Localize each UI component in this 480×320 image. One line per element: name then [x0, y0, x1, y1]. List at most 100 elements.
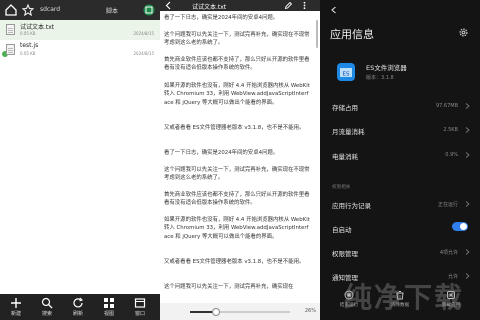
- row-label: 电量消耗: [332, 153, 358, 161]
- file-date: 2024/8/15: [133, 31, 154, 36]
- progress-track[interactable]: [190, 308, 290, 316]
- window-button-label: 窗口: [134, 311, 145, 317]
- row-label: 应用行为记录: [332, 202, 371, 210]
- clear-data-label: 清除数据: [390, 303, 410, 308]
- file-browser-toolbar: sdcard 脚本: [0, 0, 160, 20]
- search-icon: [41, 297, 53, 309]
- chevron-right-icon: [465, 127, 470, 133]
- refresh-button-label: 刷新: [72, 311, 83, 317]
- text-file-icon: [6, 24, 15, 35]
- refresh-icon: [73, 297, 83, 308]
- new-button[interactable]: 新建: [2, 294, 30, 320]
- more-icon[interactable]: [300, 1, 309, 10]
- view-button-label: 视图: [103, 311, 114, 317]
- row-value: 0.9%: [445, 152, 458, 158]
- row-value: 2.5KB: [443, 127, 458, 133]
- data-usage-row[interactable]: 月流量消耗 2.5KB: [320, 120, 480, 140]
- uninstall-icon: [447, 291, 455, 299]
- app-behavior-row[interactable]: 应用行为记录 正在运行: [320, 194, 480, 214]
- script-file-icon: [6, 44, 15, 55]
- text-paragraph: 这个问题我可以先关注一下，测试完再补充，确实现在不现常考虑到这么老的系统了。: [164, 32, 310, 47]
- row-label: 存储占用: [332, 104, 358, 112]
- chevron-right-icon: [465, 201, 470, 207]
- svg-text:ES: ES: [343, 72, 350, 78]
- chevron-right-icon: [465, 273, 470, 279]
- es-app-icon: ES: [337, 63, 355, 81]
- back-icon[interactable]: [164, 1, 173, 10]
- view-button[interactable]: 视图: [95, 294, 123, 320]
- progress-percent: 26%: [304, 308, 316, 314]
- section-label: 权限相关: [332, 185, 351, 190]
- new-button-label: 新建: [10, 311, 21, 317]
- row-value: 97.67MB: [435, 103, 458, 109]
- file-size: 0.05 KB: [20, 51, 36, 56]
- text-paragraph: 如果开源的软件也没有，刚好 4.4 开始浏览器内核从 WebKit 转入 Chr…: [164, 83, 310, 106]
- row-value: 正在运行: [437, 202, 458, 208]
- autostart-toggle[interactable]: [452, 222, 468, 231]
- chevron-right-icon: [465, 152, 470, 158]
- text-paragraph: 这个问题我可以先关注一下，测试完再补充，确实现在: [164, 284, 294, 290]
- row-label: 月流量消耗: [332, 128, 365, 136]
- app-info-panel: 应用信息 ES ES文件浏览器 版本：3.1.8 存储占用 97.67MB 月流…: [320, 0, 480, 320]
- uninstall-label: 卸载应用: [441, 303, 461, 308]
- file-date: 2024/8/15: [133, 51, 154, 56]
- text-paragraph: 又或者看看 ES文件管理器老版本 v3.1.8，也不是不能用。: [164, 259, 305, 265]
- permission-row[interactable]: 权限管理 4项允许: [320, 242, 480, 262]
- reading-progress-bar: 26%: [160, 303, 320, 320]
- notification-row[interactable]: 通知管理 允许: [320, 266, 480, 286]
- file-browser-panel: sdcard 脚本 试试文本.txt 0.05 KB 2024/8/15 tes…: [0, 0, 160, 320]
- search-button[interactable]: 搜索: [33, 294, 61, 320]
- stop-icon: [344, 290, 354, 300]
- gear-icon[interactable]: [458, 27, 469, 38]
- file-browser-bottom-bar: 新建 搜索 刷新 视图 窗口: [0, 294, 160, 320]
- app-version: 版本：3.1.8: [366, 75, 394, 81]
- file-name: test.js: [20, 42, 39, 49]
- autostart-row: 自启动: [320, 218, 480, 238]
- battery-usage-row[interactable]: 电量消耗 0.9%: [320, 145, 480, 165]
- back-icon[interactable]: [330, 6, 338, 14]
- plus-icon: [11, 298, 21, 308]
- view-icon: [104, 298, 114, 308]
- home-icon[interactable]: [4, 3, 18, 17]
- row-label: 通知管理: [332, 274, 358, 282]
- breadcrumb-current[interactable]: 脚本: [106, 6, 118, 15]
- uninstall-button[interactable]: 卸载应用: [436, 290, 466, 308]
- file-name: 试试文本.txt: [20, 24, 55, 31]
- force-stop-button[interactable]: 结束运行: [334, 290, 364, 308]
- page-title: 应用信息: [330, 28, 374, 41]
- text-paragraph: 看了一下日志，确实是2024年间的安卓4问题。: [164, 150, 279, 156]
- text-paragraph: 看了一下日志，确实是2024年间的安卓4问题。: [164, 15, 279, 21]
- text-reader-panel: 试试文本.txt 看了一下日志，确实是2024年间的安卓4问题。 这个问题我可以…: [160, 0, 320, 320]
- file-item[interactable]: 试试文本.txt 0.05 KB 2024/8/15: [0, 20, 160, 40]
- scrollbar[interactable]: [316, 20, 318, 48]
- window-icon: [134, 298, 146, 308]
- chevron-right-icon: [465, 249, 470, 255]
- text-paragraph: 如果开源的软件也没有，刚好 4.4 开始浏览器内核从 WebKit 转入 Chr…: [164, 217, 310, 240]
- storage-row[interactable]: 存储占用 97.67MB: [320, 96, 480, 116]
- text-paragraph: 首先商业软件应该也都不支持了，那么只好从开源的软件里看看有没有适合低版本操作系统…: [164, 192, 310, 207]
- text-paragraph: 这个问题我可以先关注一下，测试完再补充，确实现在不现常考虑到这么老的系统了。: [164, 167, 310, 182]
- app-name: ES文件浏览器: [366, 64, 407, 72]
- clear-data-button[interactable]: 清除数据: [385, 290, 415, 308]
- reader-toolbar: 试试文本.txt: [160, 0, 320, 11]
- refresh-button[interactable]: 刷新: [64, 294, 92, 320]
- text-paragraph: 首先商业软件应该也都不支持了，那么只好从开源的软件里看看有没有适合低版本操作系统…: [164, 57, 310, 72]
- breadcrumb-root[interactable]: sdcard: [40, 6, 60, 13]
- search-button-label: 搜索: [41, 311, 52, 317]
- clear-icon: [396, 291, 404, 300]
- select-all-icon[interactable]: [142, 3, 156, 17]
- row-value: 允许: [447, 274, 458, 280]
- file-item[interactable]: test.js 0.05 KB 2024/8/15: [0, 40, 160, 60]
- text-paragraph: 又或者看看 ES文件管理器老版本 v3.1.8，也不是不能用。: [164, 125, 305, 131]
- row-label: 自启动: [332, 226, 352, 234]
- app-actions-bar: 结束运行 清除数据 卸载应用: [320, 286, 480, 320]
- file-size: 0.05 KB: [20, 31, 36, 36]
- progress-handle[interactable]: [212, 308, 220, 316]
- edit-icon[interactable]: [284, 1, 293, 10]
- window-button[interactable]: 窗口: [126, 294, 154, 320]
- star-icon[interactable]: [21, 3, 35, 17]
- force-stop-label: 结束运行: [339, 303, 359, 308]
- row-value: 4项允许: [439, 250, 458, 256]
- row-label: 权限管理: [332, 250, 358, 258]
- chevron-right-icon: [465, 103, 470, 109]
